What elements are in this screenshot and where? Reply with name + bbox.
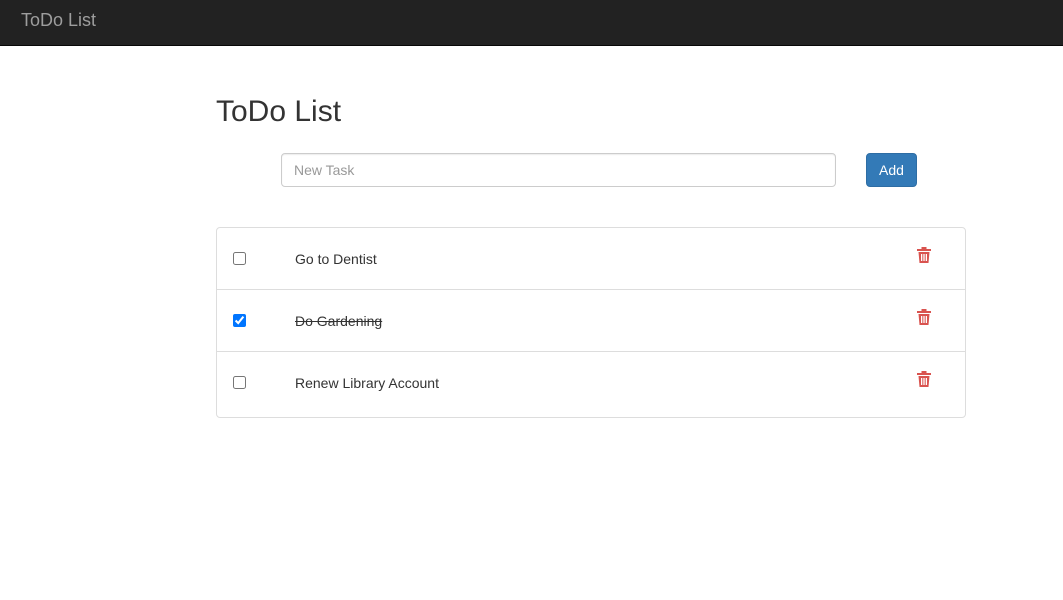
trash-icon[interactable] [917,247,933,265]
task-row: Go to Dentist [217,228,965,290]
page-title: ToDo List [216,95,342,128]
navbar-brand[interactable]: ToDo List [21,9,96,31]
task-row: Do Gardening [217,290,965,352]
task-checkbox[interactable] [233,252,246,265]
task-checkbox[interactable] [233,314,246,327]
task-label: Go to Dentist [295,251,377,267]
task-label: Renew Library Account [295,375,439,391]
navbar: ToDo List [0,0,1063,46]
task-checkbox[interactable] [233,376,246,389]
trash-icon[interactable] [917,309,933,327]
task-label: Do Gardening [295,313,383,329]
task-list: Go to Dentist Do Gardening Renew Library… [216,227,966,418]
task-row: Renew Library Account [217,352,965,417]
new-task-input[interactable] [281,153,836,187]
add-task-button[interactable]: Add [866,153,917,187]
trash-icon[interactable] [917,371,933,389]
